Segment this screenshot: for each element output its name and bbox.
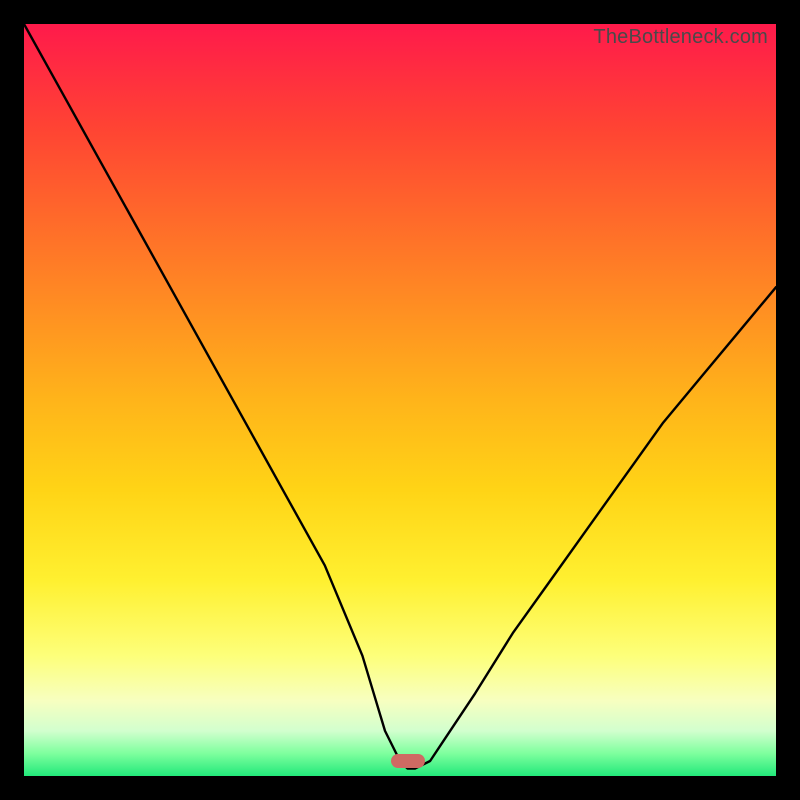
bottleneck-curve (24, 24, 776, 776)
watermark-text: TheBottleneck.com (593, 26, 768, 49)
minimum-marker (391, 754, 425, 768)
chart-frame: TheBottleneck.com (0, 0, 800, 800)
plot-area: TheBottleneck.com (24, 24, 776, 776)
